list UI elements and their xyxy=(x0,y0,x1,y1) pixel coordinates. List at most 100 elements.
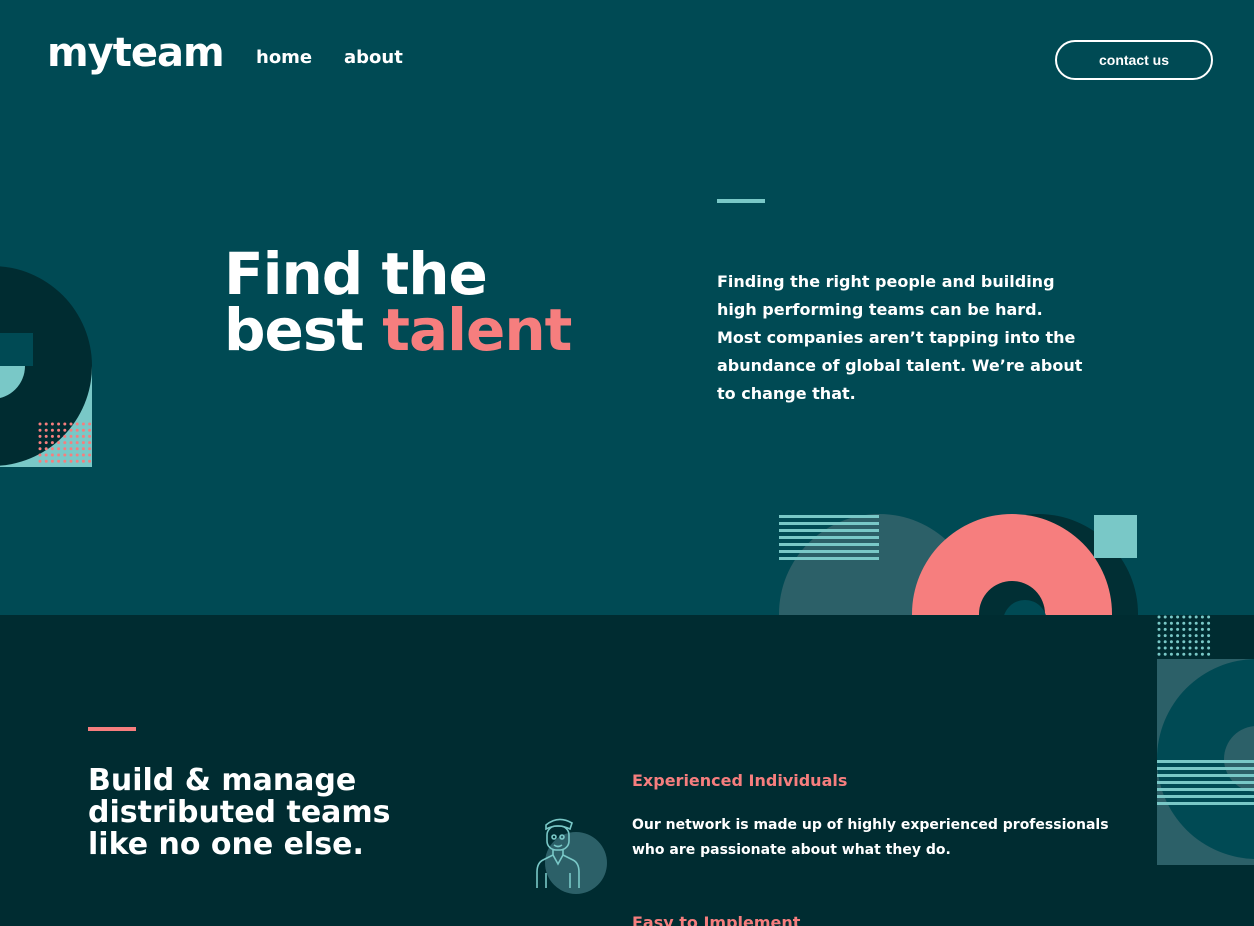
decor-dot xyxy=(1194,627,1198,631)
hero-title-line2: best xyxy=(224,296,383,364)
decor-dot xyxy=(44,459,48,463)
decor-dot xyxy=(1207,646,1211,650)
decor-dot xyxy=(44,434,48,438)
decor-dot xyxy=(88,459,92,463)
decor-dot xyxy=(1157,627,1161,631)
contact-us-button[interactable]: contact us xyxy=(1055,40,1213,80)
decor-dot xyxy=(88,441,92,445)
feature-title-easy: Easy to Implement xyxy=(632,913,801,926)
decor-dot xyxy=(1188,634,1192,638)
decor-dot xyxy=(1194,646,1198,650)
decor-dot xyxy=(69,422,73,426)
features-section: Build & manage distributed teams like no… xyxy=(0,615,1254,926)
hero-description: Finding the right people and building hi… xyxy=(717,272,1083,403)
decor-dot xyxy=(1207,621,1211,625)
decor-dot xyxy=(81,453,85,457)
decor-dot xyxy=(44,441,48,445)
decor-dot xyxy=(1163,640,1167,644)
decor-dot xyxy=(81,459,85,463)
decor-dot xyxy=(75,422,79,426)
decor-dot xyxy=(1207,652,1211,656)
decor-dot xyxy=(88,422,92,426)
decor-dot xyxy=(50,441,54,445)
decor-dot xyxy=(1157,640,1161,644)
decor-dot xyxy=(1200,634,1204,638)
decor-dot xyxy=(1188,627,1192,631)
decor-dot xyxy=(50,453,54,457)
decor-dot xyxy=(38,459,42,463)
decor-dot xyxy=(1176,615,1180,619)
decor-dot xyxy=(1182,621,1186,625)
hero-title: Find the best talent xyxy=(224,245,572,359)
decor-dot xyxy=(1207,627,1211,631)
decor-dot xyxy=(81,422,85,426)
decor-dot xyxy=(1169,615,1173,619)
decor-dot xyxy=(1207,634,1211,638)
decor-dot xyxy=(50,428,54,432)
decor-dot xyxy=(88,428,92,432)
decor-dot xyxy=(88,453,92,457)
decor-dot xyxy=(1163,634,1167,638)
decor-dot xyxy=(69,428,73,432)
decor-dot xyxy=(1200,615,1204,619)
person-icon xyxy=(536,818,607,894)
decor-dot xyxy=(50,434,54,438)
decor-dot xyxy=(75,459,79,463)
decor-dot xyxy=(1194,634,1198,638)
decor-dot xyxy=(50,422,54,426)
decor-dot xyxy=(75,434,79,438)
decor-dot xyxy=(1169,652,1173,656)
decor-dot xyxy=(50,459,54,463)
decor-dot xyxy=(1169,621,1173,625)
decor-dot xyxy=(1207,640,1211,644)
decor-dot xyxy=(1188,640,1192,644)
decor-dot xyxy=(1176,634,1180,638)
decor-dot xyxy=(63,459,67,463)
dot-grid-left xyxy=(38,422,92,463)
decor-dot xyxy=(1163,627,1167,631)
decor-dot xyxy=(57,447,61,451)
decor-dot xyxy=(75,441,79,445)
decor-dot xyxy=(38,434,42,438)
decor-dot xyxy=(1200,640,1204,644)
decor-dot xyxy=(50,447,54,451)
decor-dot xyxy=(1169,634,1173,638)
hero-section: myteam home about contact us Find the be… xyxy=(0,0,1254,615)
decor-dot xyxy=(1176,627,1180,631)
hero-title-accent: talent xyxy=(382,296,572,364)
decor-dot xyxy=(1176,640,1180,644)
decor-dot xyxy=(75,428,79,432)
decor-dot xyxy=(1207,615,1211,619)
decor-dot xyxy=(69,441,73,445)
logo[interactable]: myteam xyxy=(47,30,225,76)
decor-dot xyxy=(1163,615,1167,619)
decor-dot xyxy=(1182,615,1186,619)
decor-dot xyxy=(1188,646,1192,650)
decor-dot xyxy=(57,459,61,463)
teal-divider xyxy=(717,199,765,203)
decor-dot xyxy=(1194,640,1198,644)
decor-dot xyxy=(44,428,48,432)
decor-dot xyxy=(1169,646,1173,650)
decor-dot xyxy=(1163,646,1167,650)
decor-dot xyxy=(1157,646,1161,650)
decor-dot xyxy=(81,441,85,445)
nav-link-home[interactable]: home xyxy=(256,47,312,68)
decor-dot xyxy=(1163,621,1167,625)
decor-dot xyxy=(1176,621,1180,625)
decor-dot xyxy=(69,459,73,463)
decor-dot xyxy=(1200,646,1204,650)
decor-dot xyxy=(63,453,67,457)
decor-dot xyxy=(81,428,85,432)
decor-dot xyxy=(88,434,92,438)
nav-link-about[interactable]: about xyxy=(344,47,403,68)
decor-dot xyxy=(1157,652,1161,656)
decor-dot xyxy=(75,453,79,457)
decor-dot xyxy=(38,422,42,426)
decor-dot xyxy=(1182,646,1186,650)
decor-dot xyxy=(57,453,61,457)
decor-dot xyxy=(1188,615,1192,619)
decor-dot xyxy=(1194,615,1198,619)
decor-dot xyxy=(63,434,67,438)
decor-dot xyxy=(1176,652,1180,656)
